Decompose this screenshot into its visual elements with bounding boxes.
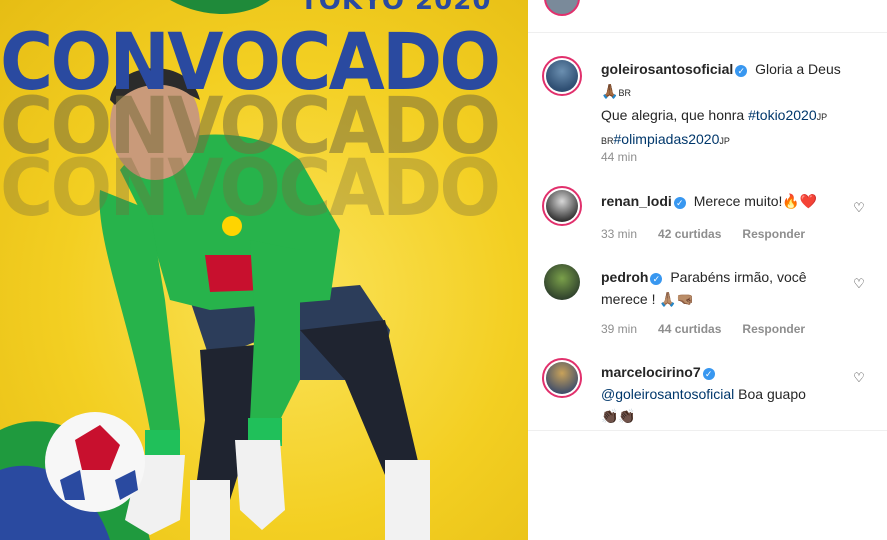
comment-pedroh: pedroh ✓ Parabéns irmão, você merece ! 🙏🏽… <box>601 266 851 311</box>
comment-likes[interactable]: 42 curtidas <box>658 227 721 241</box>
heart-icon[interactable]: ♡ <box>852 201 866 215</box>
comment-avatar-marcelocirino7[interactable] <box>542 358 582 398</box>
header-divider <box>528 32 887 33</box>
comment-username[interactable]: pedroh <box>601 269 648 285</box>
comment-text: Merece muito! <box>693 193 783 209</box>
caption-flag-1: BR <box>618 88 631 98</box>
comment-meta: 33 min 42 curtidas Responder <box>601 227 805 241</box>
verified-badge-icon: ✓ <box>673 197 686 209</box>
post-photo[interactable]: TOKYO 2020 CONVOCADO CONVOCADO CONVOCADO <box>0 0 528 540</box>
caption-username[interactable]: goleirosantosoficial <box>601 61 733 77</box>
comment-text: Boa guapo <box>738 386 806 402</box>
comment-avatar-renan_lodi[interactable] <box>542 186 582 226</box>
caption-text: goleirosantosoficial ✓ Gloria a Deus 🙏🏾BR… <box>601 58 851 152</box>
verified-badge-icon: ✓ <box>650 273 663 285</box>
comment-username[interactable]: marcelocirino7 <box>601 364 701 380</box>
comment-meta: 39 min 44 curtidas Responder <box>601 322 805 336</box>
comment-avatar-pedroh[interactable] <box>544 264 580 300</box>
caption-text-1: Gloria a Deus <box>755 61 841 77</box>
caption-flag-2: JP <box>816 112 828 122</box>
caption-avatar[interactable] <box>542 56 582 96</box>
comment-likes[interactable]: 44 curtidas <box>658 322 721 336</box>
comment-emoji: 🔥❤️ <box>782 194 818 210</box>
post-author-avatar[interactable] <box>544 0 580 16</box>
verified-badge-icon: ✓ <box>735 65 748 77</box>
comment-emoji: 🙏🏽🤜🏽 <box>659 292 695 308</box>
comment-emoji: 👏🏿👏🏿 <box>601 409 636 425</box>
caption-text-2: Que alegria, que honra <box>601 107 745 123</box>
reply-button[interactable]: Responder <box>742 227 805 241</box>
reply-button[interactable]: Responder <box>742 322 805 336</box>
hashtag-tokio2020[interactable]: #tokio2020 <box>748 107 817 123</box>
comments-panel: goleirosantosoficial ✓ Gloria a Deus 🙏🏾BR… <box>528 0 887 540</box>
caption-time[interactable]: 44 min <box>601 150 637 164</box>
comments-bottom-divider <box>528 430 887 431</box>
comment-renan_lodi: renan_lodi ✓ Merece muito!🔥❤️ <box>601 190 851 213</box>
comment-username[interactable]: renan_lodi <box>601 193 672 209</box>
heart-icon[interactable]: ♡ <box>852 371 866 385</box>
comment-time[interactable]: 39 min <box>601 322 637 336</box>
caption-meta: 44 min <box>601 150 637 164</box>
verified-badge-icon: ✓ <box>702 368 715 380</box>
caption-flag-4: JP <box>719 136 730 146</box>
headline-convocado-shadow-2: CONVOCADO <box>0 144 501 234</box>
comment-mention[interactable]: @goleirosantosoficial <box>601 386 734 402</box>
hashtag-olimpiadas2020[interactable]: #olimpiadas2020 <box>614 131 720 147</box>
heart-icon[interactable]: ♡ <box>852 277 866 291</box>
comment-marcelocirino7: marcelocirino7 ✓ @goleirosantosoficial Bo… <box>601 361 851 428</box>
caption-flag-3: BR <box>601 136 614 146</box>
caption-emoji-1: 🙏🏾 <box>601 84 619 100</box>
comment-time[interactable]: 33 min <box>601 227 637 241</box>
tokyo-2020-text: TOKYO 2020 <box>300 0 492 16</box>
